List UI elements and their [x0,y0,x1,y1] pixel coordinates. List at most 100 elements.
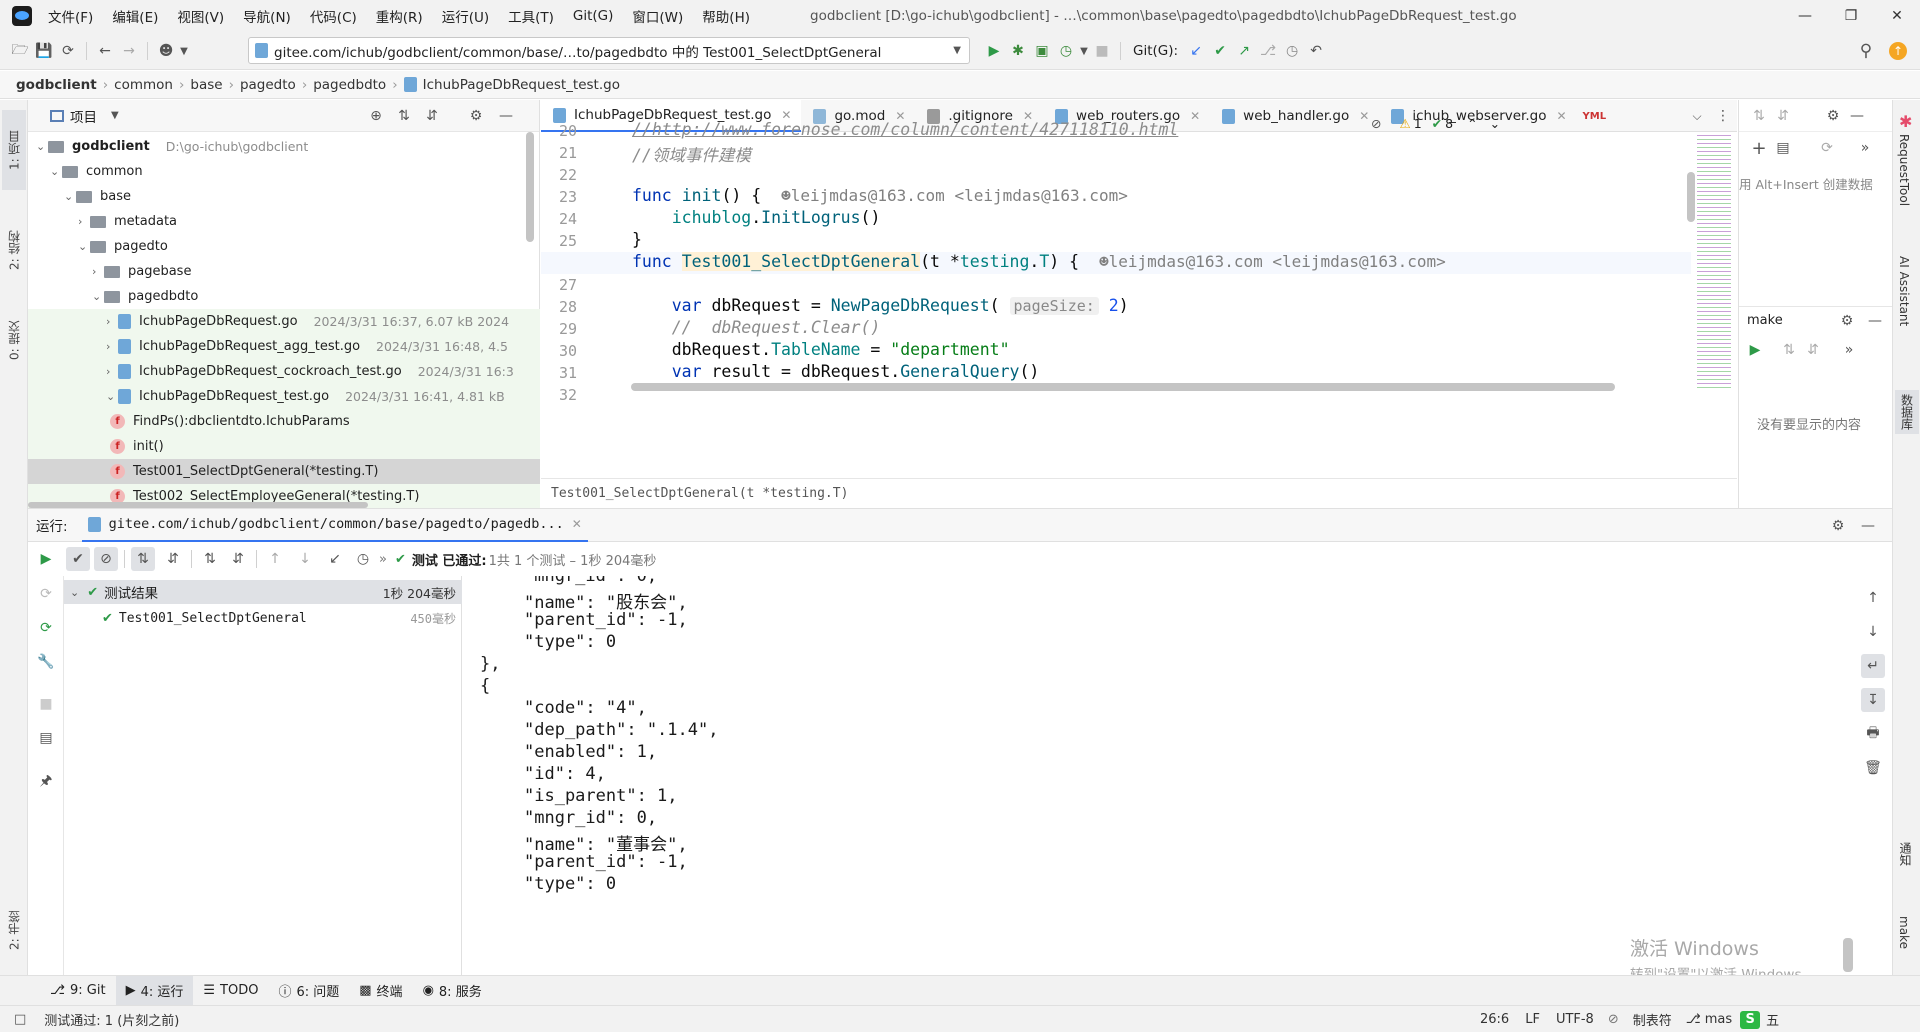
menu-window[interactable]: 窗口(W) [632,6,683,26]
tool-tab-database[interactable]: 数据库 [1895,390,1919,434]
minimap[interactable] [1697,132,1731,390]
rollback-icon[interactable]: ↶ [1304,39,1328,63]
coverage-icon[interactable]: ▣ [1030,39,1054,63]
minimize-panel-icon[interactable]: — [494,104,518,128]
back-icon[interactable]: ← [93,39,117,63]
breadcrumb-item[interactable]: godbclient [16,77,97,93]
tree-node-folder[interactable]: ⌄ common [28,159,540,184]
rerun-failed-icon[interactable]: ⟳ [34,582,58,606]
user-icon[interactable]: ☻ [154,39,178,63]
tab-web-handler[interactable]: web_handler.go ✕ [1210,100,1379,132]
menu-edit[interactable]: 编辑(E) [112,6,158,26]
menu-run[interactable]: 运行(U) [442,6,489,26]
expand-all-icon[interactable]: ⇅ [198,547,222,571]
current-function[interactable]: Test001_SelectDptGeneral(t *testing.T) [551,486,848,501]
collapse-all-icon[interactable]: ⇵ [226,547,250,571]
import-tests-icon[interactable]: ↙ [323,547,347,571]
collapse-icon[interactable]: ⇵ [1801,338,1825,362]
minimize-icon[interactable]: — [1782,0,1828,32]
rerun-icon[interactable]: ▶ [34,547,58,571]
tool-tab-terminal[interactable]: ▩ 终端 [349,976,412,1006]
file-encoding[interactable]: UTF-8 [1556,1012,1594,1027]
sort-alpha-icon[interactable]: ⇅ [131,547,155,571]
inspection-widget[interactable]: ⊘ ⚠ 1 ✔ 8 ⌃ ⌄ [1371,116,1500,131]
sync-icon[interactable]: ⟳ [56,39,80,63]
test-tree-item[interactable]: ✔ Test001_SelectDptGeneral 450毫秒 [64,606,462,630]
show-ignored-icon[interactable]: ⊘ [94,547,118,571]
expand-icon[interactable]: ⇅ [1777,338,1801,362]
vertical-scrollbar[interactable] [526,132,534,242]
gear-icon[interactable]: ⚙ [1821,104,1845,128]
close-tab-icon[interactable]: ✕ [1556,109,1566,123]
gear-icon[interactable]: ⚙ [1835,309,1859,333]
vertical-scrollbar[interactable] [1687,172,1695,222]
gear-icon[interactable]: ⚙ [1826,514,1850,538]
tabs-dropdown-icon[interactable]: ⌵ [1685,104,1709,128]
tool-tab-structure[interactable]: 2: 结构 [2,210,26,290]
status-message[interactable]: 测试通过: 1 (片刻之前) [44,1010,179,1029]
git-branch[interactable]: mas [1705,1012,1732,1027]
git-branch-icon[interactable]: ⎇ [1256,39,1280,63]
more-icon[interactable]: » [1853,136,1877,160]
refresh-icon[interactable]: ⟳ [1815,136,1839,160]
readonly-icon[interactable]: ⊘ [1608,1012,1619,1027]
indent-setting[interactable]: 制表符 [1633,1010,1672,1029]
close-tab-icon[interactable]: ✕ [1190,109,1200,123]
add-icon[interactable]: + [1747,136,1771,160]
menu-git[interactable]: Git(G) [573,8,614,24]
git-push-icon[interactable]: ↗ [1232,39,1256,63]
ime-mode[interactable]: 五 [1766,1010,1779,1029]
forward-icon[interactable]: → [117,39,141,63]
tool-tab-notify[interactable]: 通知 [1897,842,1914,866]
menu-help[interactable]: 帮助(H) [702,6,750,26]
more-icon[interactable]: ⋮ [1711,104,1735,128]
reader-mode-icon[interactable]: ⊘ [1371,116,1381,131]
line-separator[interactable]: LF [1525,1012,1540,1027]
menu-tools[interactable]: 工具(T) [508,6,554,26]
tree-node-file[interactable]: › IchubPageDbRequest.go 2024/3/31 16:37, 6… [28,309,540,334]
tree-node-file[interactable]: › IchubPageDbRequest_agg_test.go 2024/3/31… [28,334,540,359]
chevron-down-icon[interactable]: ⌄ [1490,116,1500,131]
tree-node-file[interactable]: › IchubPageDbRequest_cockroach_test.go 202… [28,359,540,384]
tool-tab-git[interactable]: ⎇ 9: Git [40,976,116,1006]
tool-tab-project[interactable]: 1: 项目 [2,110,26,190]
chevron-down-icon[interactable]: ▼ [178,39,190,63]
profile-icon[interactable]: ◷ [1054,39,1078,63]
print-icon[interactable]: 🖶 [1861,722,1885,746]
collapse-all-icon[interactable]: ⇵ [420,104,444,128]
toggle-auto-test-icon[interactable]: ⟳ [34,616,58,640]
close-icon[interactable]: ✕ [1874,0,1920,32]
stop-icon[interactable]: ■ [34,692,58,716]
tool-tab-services[interactable]: ◉ 8: 服务 [413,976,492,1006]
gear-icon[interactable]: ⚙ [464,104,488,128]
tree-node-func[interactable]: f FindPs():dbclientdto.IchubParams [28,409,540,434]
minimize-panel-icon[interactable]: — [1856,514,1880,538]
open-folder-icon[interactable]: 🗁 [8,39,32,63]
more-icon[interactable]: » [1837,338,1861,362]
cursor-position[interactable]: 26:6 [1480,1012,1509,1027]
code-editor[interactable]: 20 21 22 23 24 25 26 27 28 29 30 31 32 ▶… [541,116,1737,478]
chevron-up-icon[interactable]: ⌃ [1467,116,1477,131]
menu-file[interactable]: 文件(F) [48,6,93,26]
tool-tab-problems[interactable]: ⓘ 6: 问题 [268,976,349,1006]
search-icon[interactable]: ⚲ [1854,39,1878,63]
layout-icon[interactable]: ▤ [34,726,58,750]
breadcrumb-item[interactable]: pagedbdto [313,77,386,93]
db-properties-icon[interactable]: ▤ [1771,136,1795,160]
menu-code[interactable]: 代码(C) [310,6,357,26]
breadcrumb-item[interactable]: pagedto [240,77,296,93]
maximize-icon[interactable]: ❐ [1828,0,1874,32]
tool-tab-request[interactable]: RequestTool [1897,134,1911,206]
git-update-icon[interactable]: ↙ [1184,39,1208,63]
prev-failed-icon[interactable]: ↑ [263,547,287,571]
scroll-up-icon[interactable]: ↑ [1861,586,1885,610]
panel-toggle-icon[interactable]: □ [14,1012,26,1027]
tree-node-folder[interactable]: ⌄ pagedbdto [28,284,540,309]
minimize-panel-icon[interactable]: — [1863,309,1887,333]
chevron-down-icon[interactable]: ▼ [1078,39,1090,63]
tool-tab-ai[interactable]: AI Assistant [1897,256,1911,326]
sort-duration-icon[interactable]: ⇵ [161,547,185,571]
breadcrumb-item[interactable]: IchubPageDbRequest_test.go [423,77,620,93]
run-tab[interactable]: gitee.com/ichub/godbclient/common/base/p… [81,508,588,542]
tool-tab-bookmarks[interactable]: 2: 书签 [2,890,26,970]
